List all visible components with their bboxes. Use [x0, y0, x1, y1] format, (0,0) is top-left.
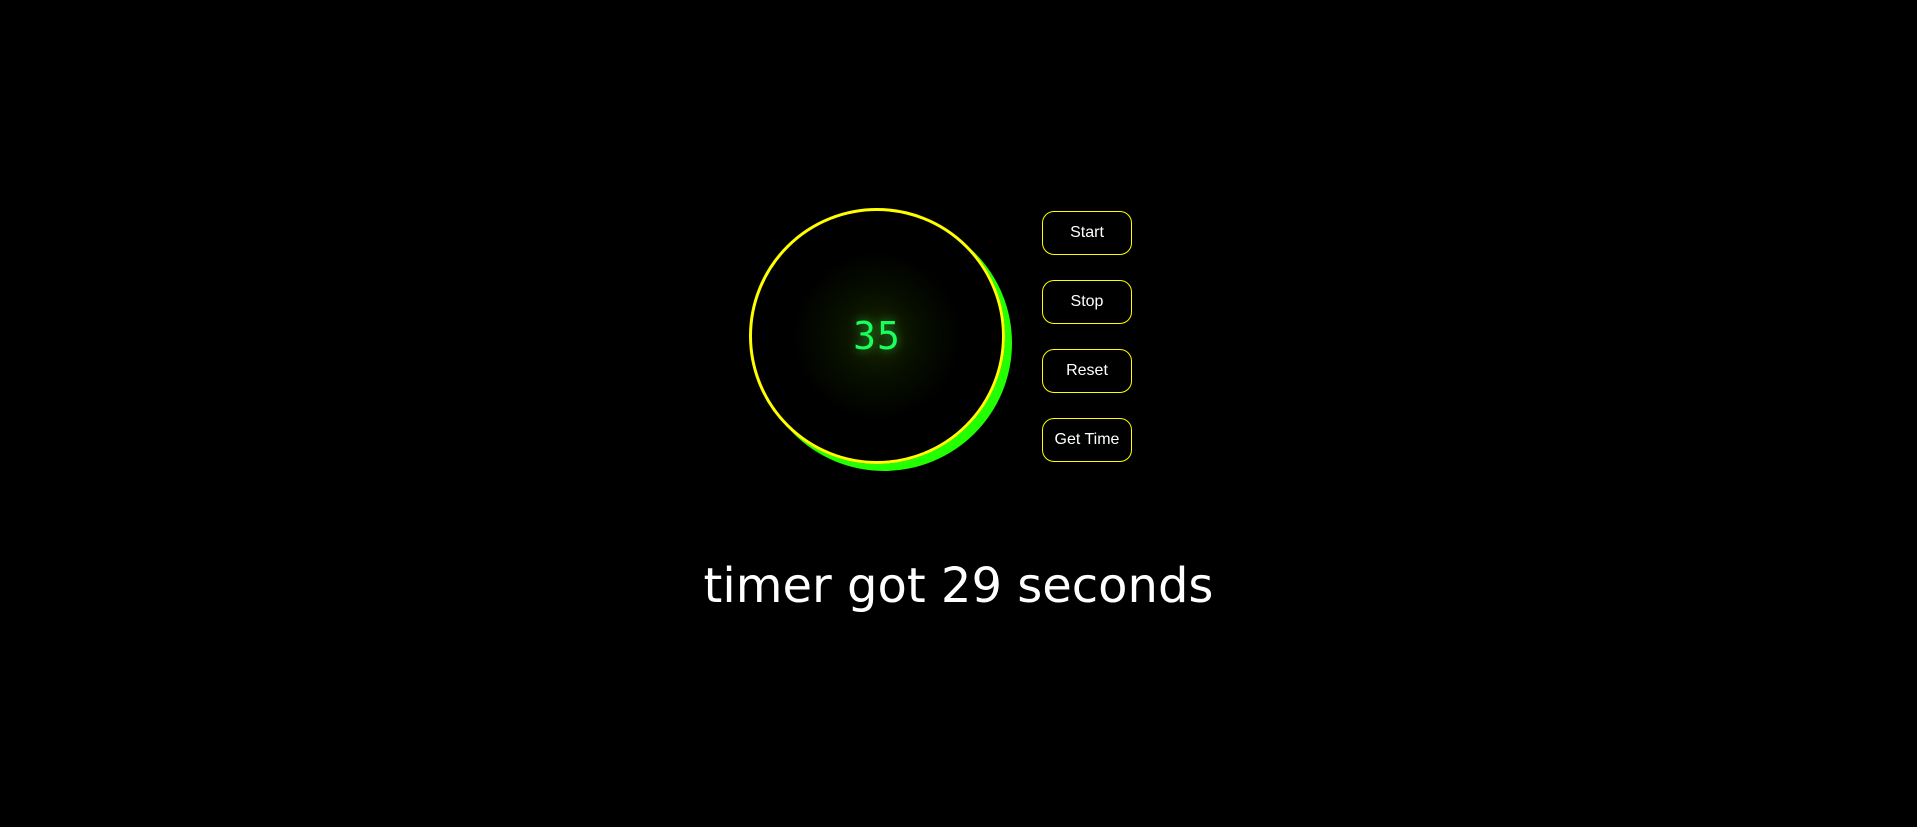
stop-button[interactable]: Stop — [1042, 280, 1132, 324]
start-button[interactable]: Start — [1042, 211, 1132, 255]
timer-value: 35 — [853, 314, 901, 358]
get-time-button[interactable]: Get Time — [1042, 418, 1132, 462]
status-message: timer got 29 seconds — [703, 558, 1214, 614]
timer-controls: Start Stop Reset Get Time — [1042, 211, 1132, 487]
reset-button[interactable]: Reset — [1042, 349, 1132, 393]
timer-dial: 35 — [749, 208, 1005, 464]
